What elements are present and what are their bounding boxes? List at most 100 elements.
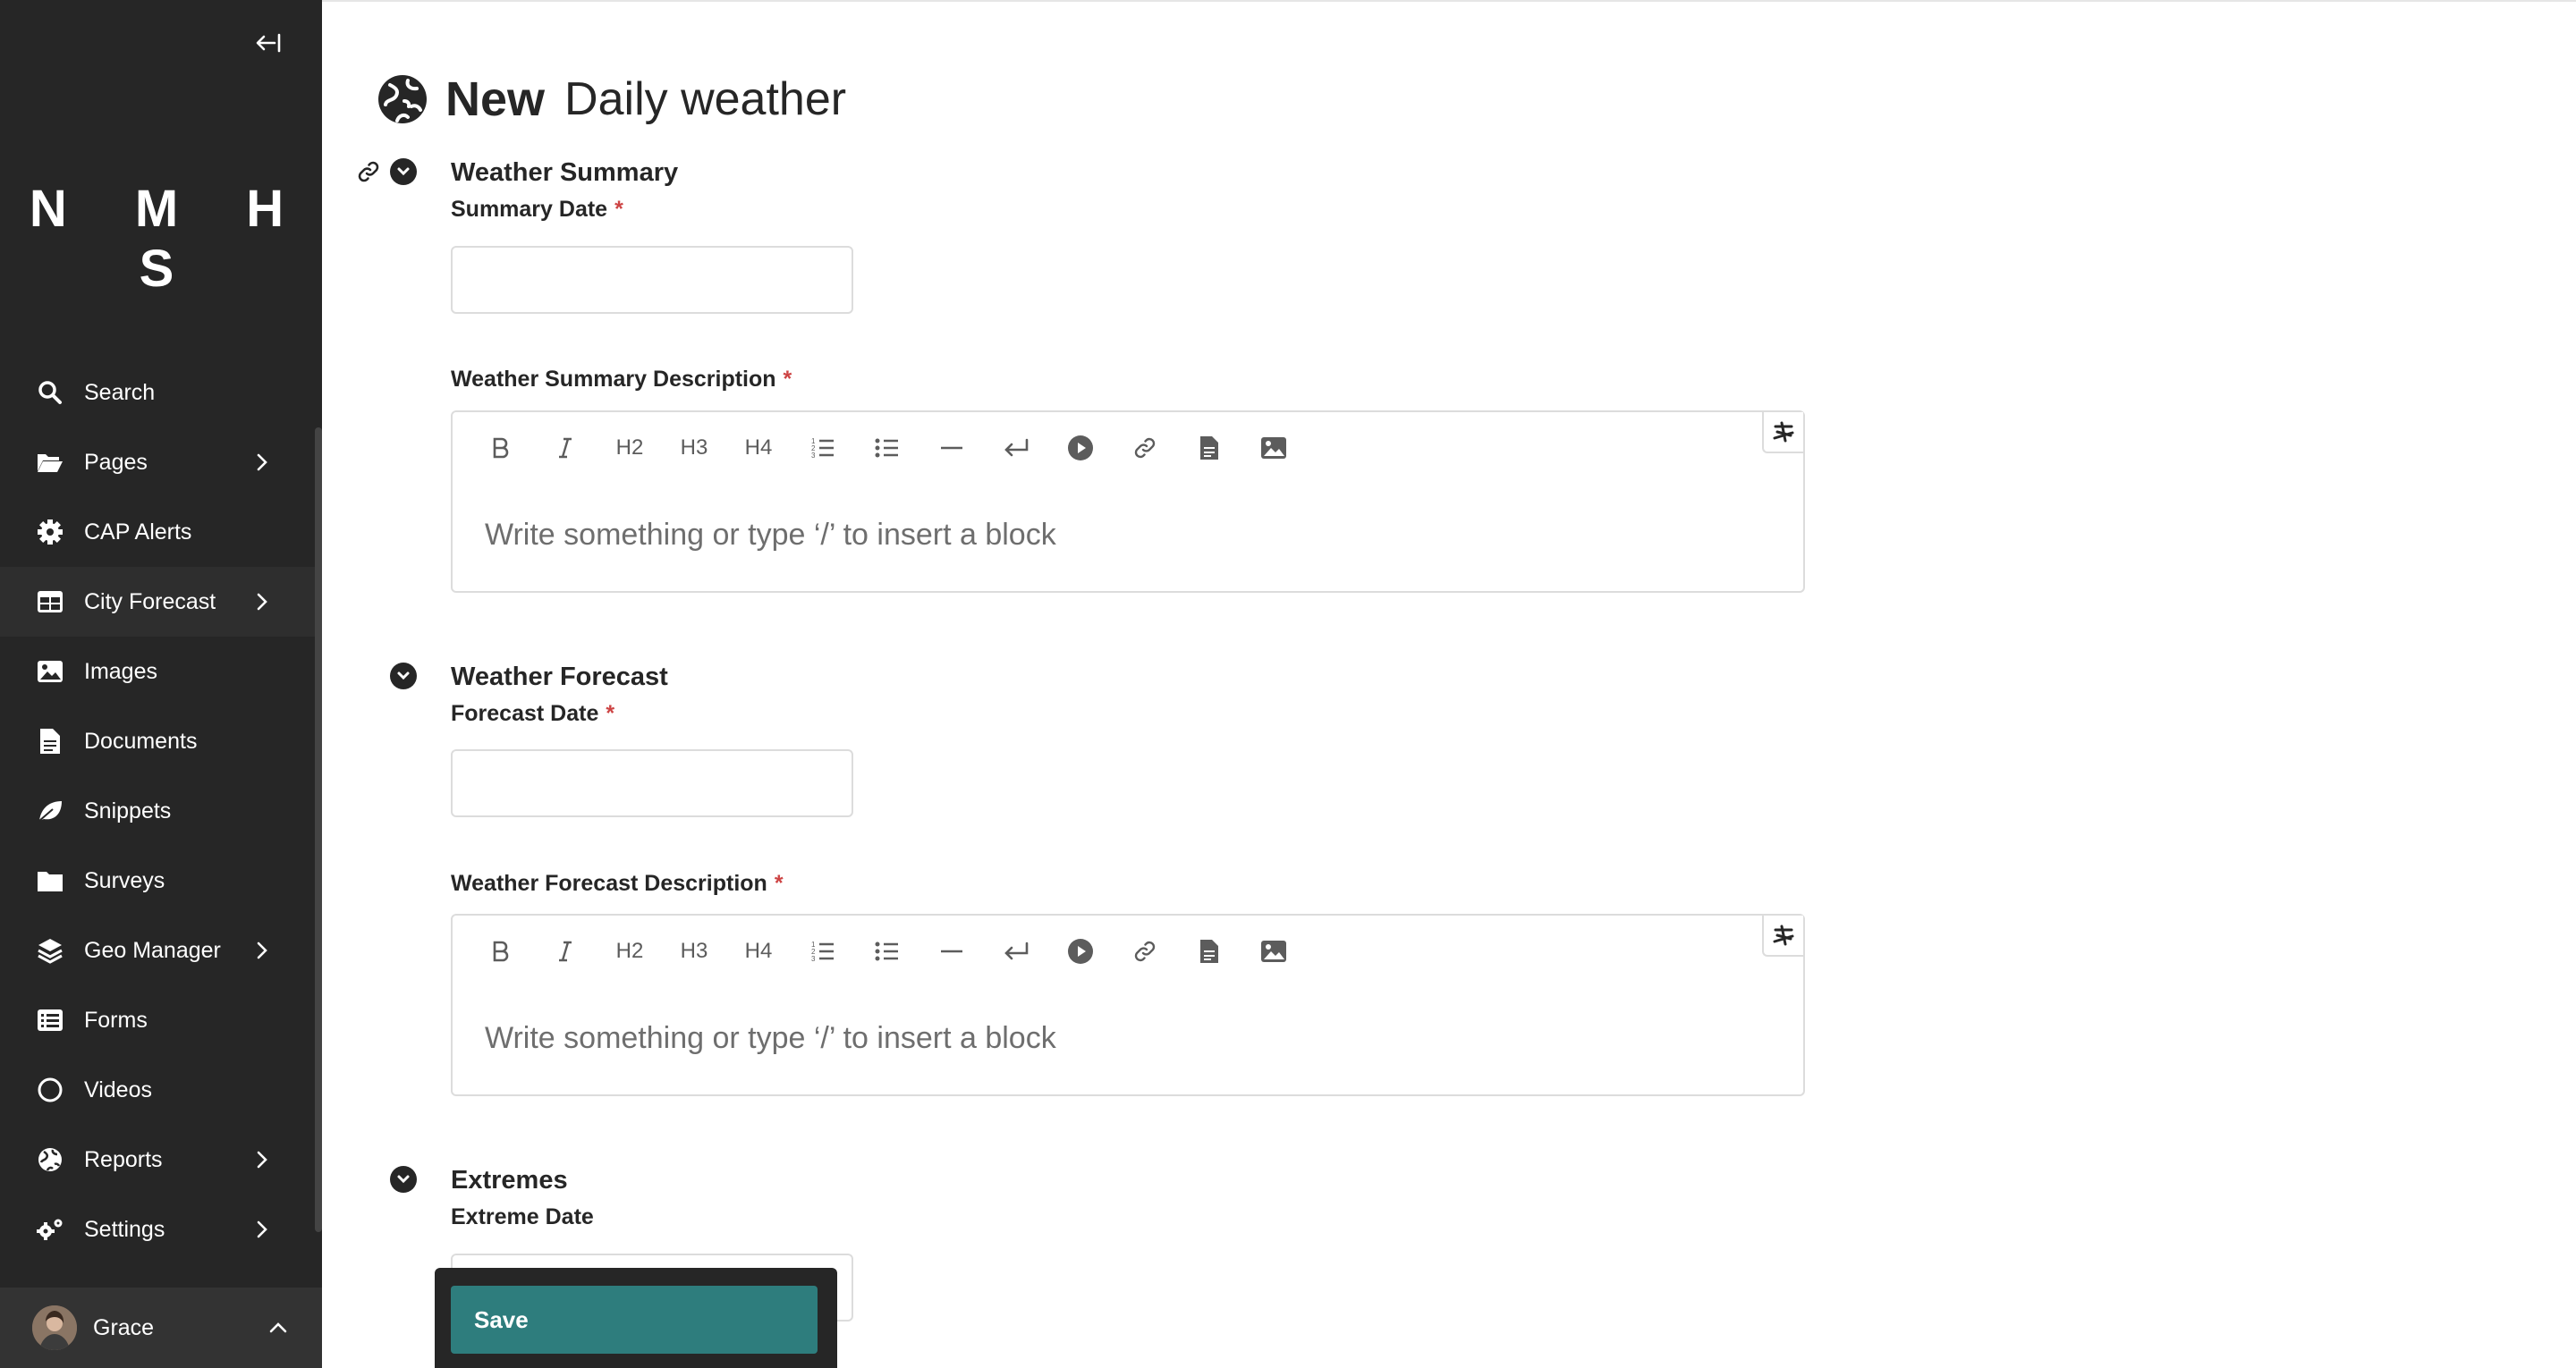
chevron-up-icon bbox=[268, 1314, 288, 1340]
sidebar-item-settings[interactable]: Settings bbox=[0, 1195, 315, 1264]
site-logo[interactable]: N M H S bbox=[0, 179, 322, 299]
line-break-button[interactable] bbox=[984, 933, 1048, 969]
collapse-left-icon bbox=[256, 33, 281, 53]
image-icon bbox=[1261, 941, 1286, 962]
document-link-button[interactable] bbox=[1177, 933, 1241, 969]
horizontal-rule-button[interactable] bbox=[919, 430, 984, 466]
editor-placeholder: Write something or type ‘/’ to insert a … bbox=[485, 1021, 1056, 1055]
sidebar-item-videos[interactable]: Videos bbox=[0, 1055, 315, 1125]
sidebar-item-geo-manager[interactable]: Geo Manager bbox=[0, 916, 315, 985]
chevron-right-icon bbox=[249, 449, 275, 476]
bold-button[interactable] bbox=[469, 430, 533, 466]
h3-button[interactable]: H3 bbox=[662, 933, 726, 969]
bullet-list-button[interactable] bbox=[855, 430, 919, 466]
globe-icon bbox=[34, 1144, 66, 1176]
italic-button[interactable] bbox=[533, 430, 597, 466]
h2-button[interactable]: H2 bbox=[597, 430, 662, 466]
play-icon bbox=[1068, 939, 1093, 964]
italic-icon bbox=[559, 437, 572, 459]
sidebar-item-cap-alerts[interactable]: CAP Alerts bbox=[0, 497, 315, 567]
line-break-button[interactable] bbox=[984, 430, 1048, 466]
summary-date-input[interactable] bbox=[451, 246, 853, 314]
bullet-list-button[interactable] bbox=[855, 933, 919, 969]
sidebar: N M H S Search Pages CAP Alerts City For… bbox=[0, 0, 322, 1368]
italic-button[interactable] bbox=[533, 933, 597, 969]
save-button[interactable]: Save bbox=[451, 1286, 818, 1354]
ordered-list-button[interactable]: 123 bbox=[791, 933, 855, 969]
summary-description-editor[interactable]: H2 H3 H4 123 Write something or type ‘/’… bbox=[451, 410, 1805, 593]
collapse-sidebar-button[interactable] bbox=[249, 25, 288, 61]
summary-date-label: Summary Date * bbox=[451, 197, 623, 223]
search-icon bbox=[34, 376, 66, 409]
editor-toolbar: H2 H3 H4 123 bbox=[469, 933, 1306, 969]
sidebar-scrollbar[interactable] bbox=[315, 427, 322, 1232]
h2-button[interactable]: H2 bbox=[597, 933, 662, 969]
forecast-description-label: Weather Forecast Description * bbox=[451, 871, 784, 897]
document-icon bbox=[1200, 940, 1218, 963]
line-break-icon bbox=[1004, 438, 1029, 457]
line-break-icon bbox=[1004, 942, 1029, 960]
image-icon bbox=[34, 655, 66, 688]
ordered-list-icon: 123 bbox=[811, 941, 834, 963]
account-menu-toggle[interactable]: Grace bbox=[0, 1288, 322, 1368]
sidebar-item-reports[interactable]: Reports bbox=[0, 1125, 315, 1195]
table-icon bbox=[34, 586, 66, 618]
link-icon bbox=[1134, 437, 1156, 459]
circle-icon bbox=[34, 1074, 66, 1106]
bold-icon bbox=[493, 437, 509, 459]
forecast-date-label: Forecast Date * bbox=[451, 701, 614, 727]
sidebar-item-search[interactable]: Search bbox=[0, 358, 315, 427]
ordered-list-button[interactable]: 123 bbox=[791, 430, 855, 466]
globe-icon bbox=[378, 75, 427, 123]
svg-text:3: 3 bbox=[811, 452, 816, 460]
collapse-forecast-button[interactable] bbox=[390, 663, 417, 689]
block-menu-button[interactable] bbox=[1762, 412, 1803, 453]
block-menu-button[interactable] bbox=[1762, 916, 1803, 957]
chevron-down-icon bbox=[390, 1166, 417, 1193]
collapse-extremes-button[interactable] bbox=[390, 1166, 417, 1193]
embed-media-button[interactable] bbox=[1048, 933, 1113, 969]
sidebar-item-label: Snippets bbox=[84, 798, 172, 823]
collapse-summary-button[interactable] bbox=[390, 158, 417, 185]
link-button[interactable] bbox=[1113, 430, 1177, 466]
chevron-right-icon bbox=[249, 588, 275, 615]
section-title-weather-summary: Weather Summary bbox=[451, 158, 679, 187]
cogs-icon bbox=[34, 1213, 66, 1246]
document-icon bbox=[34, 725, 66, 757]
horizontal-rule-button[interactable] bbox=[919, 933, 984, 969]
required-mark: * bbox=[606, 701, 615, 726]
embed-media-button[interactable] bbox=[1048, 430, 1113, 466]
document-link-button[interactable] bbox=[1177, 430, 1241, 466]
leaf-icon bbox=[34, 795, 66, 827]
image-button[interactable] bbox=[1241, 430, 1306, 466]
avatar bbox=[32, 1305, 77, 1350]
sidebar-item-label: Search bbox=[84, 379, 156, 405]
required-mark: * bbox=[774, 871, 784, 896]
horizontal-rule-icon bbox=[941, 446, 962, 450]
page-title-prefix: New bbox=[445, 72, 546, 126]
sidebar-item-documents[interactable]: Documents bbox=[0, 706, 315, 776]
forecast-date-input[interactable] bbox=[451, 749, 853, 817]
anchor-link-icon[interactable] bbox=[356, 159, 381, 184]
sidebar-item-surveys[interactable]: Surveys bbox=[0, 846, 315, 916]
h4-button[interactable]: H4 bbox=[726, 933, 791, 969]
sidebar-item-label: Surveys bbox=[84, 867, 165, 893]
image-button[interactable] bbox=[1241, 933, 1306, 969]
h3-button[interactable]: H3 bbox=[662, 430, 726, 466]
required-mark: * bbox=[614, 197, 623, 222]
h4-button[interactable]: H4 bbox=[726, 430, 791, 466]
sidebar-item-snippets[interactable]: Snippets bbox=[0, 776, 315, 846]
section-title-extremes: Extremes bbox=[451, 1166, 568, 1195]
sidebar-item-pages[interactable]: Pages bbox=[0, 427, 315, 497]
link-icon bbox=[1134, 941, 1156, 962]
italic-icon bbox=[559, 941, 572, 962]
sidebar-item-city-forecast[interactable]: City Forecast bbox=[0, 567, 315, 637]
page-title: Daily weather bbox=[564, 73, 847, 125]
summary-date-label-text: Summary Date bbox=[451, 197, 608, 222]
sidebar-item-images[interactable]: Images bbox=[0, 637, 315, 706]
bold-button[interactable] bbox=[469, 933, 533, 969]
link-button[interactable] bbox=[1113, 933, 1177, 969]
sidebar-item-label: Images bbox=[84, 658, 157, 684]
sidebar-item-forms[interactable]: Forms bbox=[0, 985, 315, 1055]
forecast-description-editor[interactable]: H2 H3 H4 123 Write something or type ‘/’… bbox=[451, 914, 1805, 1096]
